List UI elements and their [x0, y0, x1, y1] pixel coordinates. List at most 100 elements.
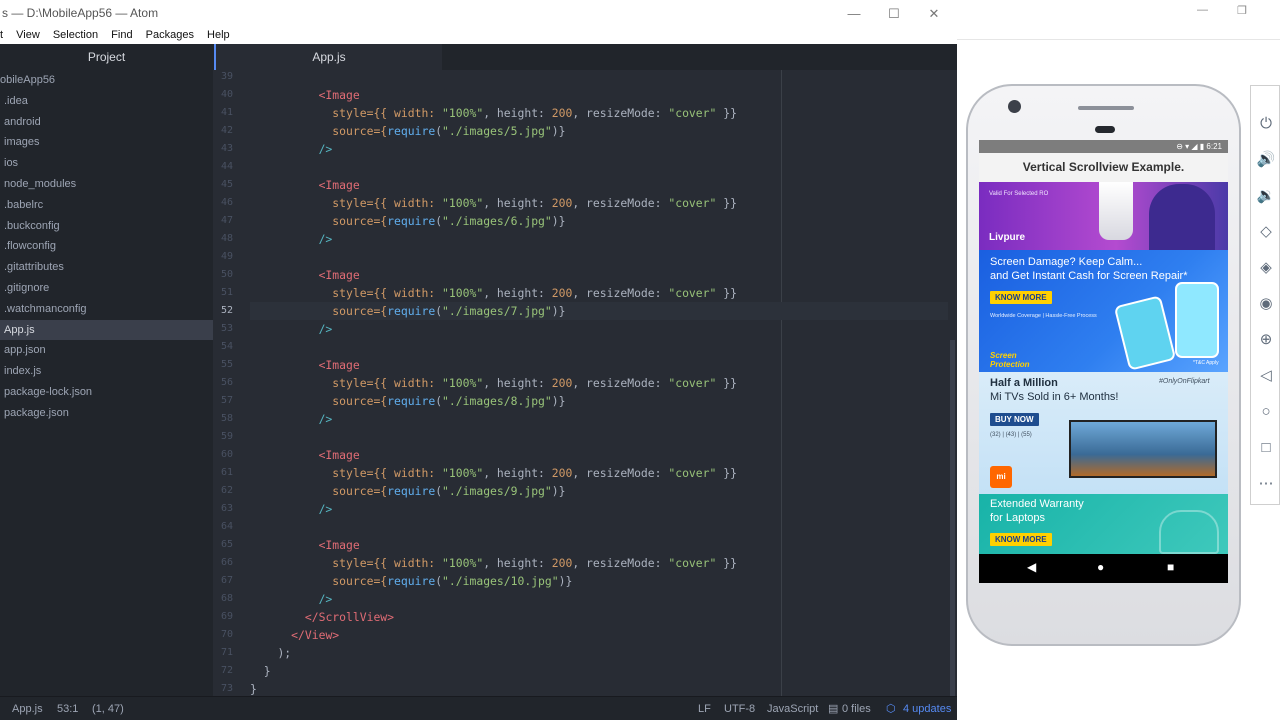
rotate-left-icon[interactable]: ◇ — [1256, 222, 1276, 242]
status-cursor-position[interactable]: 53:1 — [57, 697, 78, 720]
volume-down-icon[interactable]: 🔉 — [1256, 186, 1276, 206]
tree-item[interactable]: package-lock.json — [0, 382, 213, 403]
tree-item[interactable]: package.json — [0, 403, 213, 424]
menu-help[interactable]: Help — [207, 27, 230, 44]
tree-item[interactable]: .gitattributes — [0, 257, 213, 278]
tree-item[interactable]: App.js — [0, 319, 213, 341]
code-line: </ScrollView> — [250, 608, 950, 626]
tree-item[interactable]: ios — [0, 153, 213, 174]
app-title: Vertical Scrollview Example. — [979, 153, 1228, 182]
code-token: <Image — [318, 358, 360, 372]
nav-home-icon[interactable]: ● — [1097, 560, 1104, 574]
tree-item[interactable]: .buckconfig — [0, 216, 213, 237]
emulator-minimize-button[interactable]: — — [1197, 4, 1208, 16]
nav-back-icon[interactable]: ◀ — [1027, 560, 1036, 574]
code-line: ); — [250, 644, 950, 662]
code-token: "cover" — [668, 556, 717, 570]
code-token: /> — [318, 592, 333, 606]
know-more-button-2[interactable]: KNOW MORE — [990, 533, 1052, 546]
status-encoding[interactable]: UTF-8 — [724, 697, 755, 720]
mi-logo: mi — [990, 466, 1012, 488]
project-panel-tab[interactable]: Project — [0, 44, 213, 70]
screen-protection-logo-1: Screen — [990, 351, 1017, 360]
minimize-button[interactable]: — — [834, 0, 874, 27]
overview-icon[interactable]: □ — [1256, 438, 1276, 458]
tree-item[interactable]: app.json — [0, 340, 213, 361]
menu-selection[interactable]: Selection — [53, 27, 98, 44]
code-line: <Image — [250, 536, 950, 554]
person-image — [1149, 184, 1215, 250]
zoom-icon[interactable]: ⊕ — [1256, 330, 1276, 350]
code-token: ); — [277, 646, 292, 660]
status-line-ending[interactable]: LF — [698, 697, 711, 720]
emulator-maximize-button[interactable]: ❐ — [1237, 4, 1247, 17]
phone-screen[interactable]: ⊖ ▾ ◢ ▮ 6:21 Vertical Scrollview Example… — [979, 140, 1228, 583]
line-number: 53 — [220, 323, 233, 334]
line-number: 43 — [220, 143, 233, 154]
maximize-button[interactable]: ☐ — [874, 0, 914, 27]
status-git-files[interactable]: 0 files — [842, 697, 871, 720]
android-nav-bar: ◀ ● ■ — [979, 554, 1228, 583]
menu-packages[interactable]: Packages — [146, 27, 194, 44]
tree-item[interactable]: .gitignore — [0, 278, 213, 299]
tree-item[interactable]: .idea — [0, 91, 213, 112]
code-token: "100%" — [442, 376, 484, 390]
banner2-headline-2: and Get Instant Cash for Screen Repair* — [990, 270, 1188, 282]
line-number: 49 — [220, 251, 233, 262]
code-line: /> — [250, 410, 950, 428]
status-grammar[interactable]: JavaScript — [767, 697, 818, 720]
status-updates[interactable]: 4 updates — [903, 697, 951, 720]
volume-up-icon[interactable]: 🔊 — [1256, 150, 1276, 170]
code-token: source={ — [332, 394, 388, 408]
tree-item[interactable]: images — [0, 132, 213, 153]
close-button[interactable]: ✕ — [914, 0, 954, 27]
status-file[interactable]: App.js — [12, 697, 43, 720]
line-number: 72 — [220, 665, 233, 676]
tree-item[interactable]: .babelrc — [0, 195, 213, 216]
tab-row: Project App.js — [0, 44, 957, 70]
menu-partial[interactable]: t — [0, 27, 3, 44]
code-token: )} — [558, 574, 573, 588]
tree-item[interactable]: .watchmanconfig — [0, 299, 213, 320]
power-icon[interactable]: ⏻ — [1256, 114, 1276, 134]
emulator-title-bar: — ❐ — [957, 0, 1280, 40]
camera-icon[interactable]: ◉ — [1256, 294, 1276, 314]
know-more-button[interactable]: KNOW MORE — [990, 291, 1052, 304]
code-token: "cover" — [668, 196, 717, 210]
code-token: source={ — [332, 124, 388, 138]
menu-bar: t View Selection Find Packages Help — [0, 27, 957, 44]
tree-item[interactable]: index.js — [0, 361, 213, 382]
code-line: style={{ width: "100%", height: 200, res… — [250, 284, 950, 302]
rotate-right-icon[interactable]: ◈ — [1256, 258, 1276, 278]
code-editor[interactable]: 39 40 41 42 43 44 45 46 47 48 49 50 51 52 53 54 55 56 57 58… — [213, 70, 957, 696]
line-number: 45 — [220, 179, 233, 190]
code-token: , height: — [483, 196, 552, 210]
code-token: style={{ width: — [332, 106, 443, 120]
menu-view[interactable]: View — [16, 27, 40, 44]
banner-image-4: Extended Warranty for Laptops KNOW MORE — [979, 494, 1228, 554]
tree-item[interactable]: node_modules — [0, 174, 213, 195]
code-token: }} — [716, 466, 737, 480]
editor-scrollbar[interactable] — [950, 340, 955, 696]
water-purifier-image — [1099, 182, 1133, 240]
title-bar: s — D:\MobileApp56 — Atom — ☐ ✕ — [0, 0, 957, 27]
more-icon[interactable]: ⋯ — [1256, 474, 1276, 494]
buy-now-button[interactable]: BUY NOW — [990, 413, 1039, 426]
line-number: 48 — [220, 233, 233, 244]
tab-app-js[interactable]: App.js — [214, 44, 442, 70]
tree-item[interactable]: android — [0, 112, 213, 133]
tree-root-folder[interactable]: obileApp56 — [0, 70, 213, 91]
tree-item[interactable]: .flowconfig — [0, 236, 213, 257]
nav-recent-icon[interactable]: ■ — [1167, 560, 1174, 574]
code-token: source={ — [332, 574, 388, 588]
menu-find[interactable]: Find — [111, 27, 132, 44]
code-line: /> — [250, 590, 950, 608]
line-number: 70 — [220, 629, 233, 640]
home-icon[interactable]: ○ — [1256, 402, 1276, 422]
code-line: <Image — [250, 86, 950, 104]
code-token: , resizeMode: — [572, 556, 669, 570]
back-icon[interactable]: ◁ — [1256, 366, 1276, 386]
code-token: require — [387, 574, 436, 588]
